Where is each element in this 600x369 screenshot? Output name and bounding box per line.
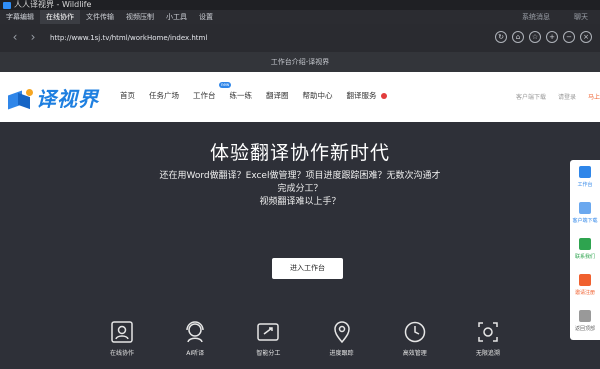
hero-subtitle: 还在用Word做翻译？Excel做管理？项目进度跟踪困难？无数次沟通才 完成分工… <box>0 170 600 209</box>
favorite-icon[interactable]: ☆ <box>529 31 541 43</box>
client-download-link[interactable]: 客户端下载 <box>516 92 546 101</box>
side-item-label: 客户端下载 <box>572 218 598 224</box>
side-item-back-to-top[interactable]: 返回顶部 <box>570 304 600 340</box>
menu-bar: 字幕编辑 在线协作 文件传输 视频压制 小工具 设置 系统消息 聊天 <box>0 10 600 24</box>
side-item-label: 联系我们 <box>574 254 595 260</box>
nav-translation-service[interactable]: 翻译服务 <box>347 90 387 101</box>
nav-help-center[interactable]: 帮助中心 <box>303 90 333 101</box>
side-item-contact[interactable]: 联系我们 <box>570 232 600 268</box>
menu-item-settings[interactable]: 设置 <box>193 10 219 24</box>
window-title: 人人译视界 - Wildlife <box>14 0 92 9</box>
app-window: 人人译视界 - Wildlife 字幕编辑 在线协作 文件传输 视频压制 小工具… <box>0 0 600 369</box>
page-tab-title: 工作台介绍-译视界 <box>0 52 600 72</box>
zoom-in-icon[interactable]: + <box>546 31 558 43</box>
side-item-label: 邀请注册 <box>574 290 595 296</box>
nav-translation-service-label: 翻译服务 <box>346 91 377 100</box>
hero-subtitle-line: 还在用Word做翻译？Excel做管理？项目进度跟踪困难？无数次沟通才 <box>159 171 441 181</box>
hero-subtitle-line: 完成分工？ <box>277 184 323 194</box>
nav-workbench-label: 工作台 <box>193 91 216 100</box>
floating-side-panel: 工作台 客户端下载 联系我们 邀请注册 返回顶部 <box>570 160 600 340</box>
feature-label: AI听译 <box>186 350 205 357</box>
feature-label: 进度跟踪 <box>329 350 354 357</box>
hot-icon <box>380 93 387 99</box>
url-input[interactable] <box>46 31 508 46</box>
ai-listen-icon <box>183 320 207 344</box>
workbench-icon <box>579 166 591 178</box>
title-bar: 人人译视界 - Wildlife <box>0 0 600 10</box>
app-logo-icon <box>3 1 11 9</box>
smart-assign-icon <box>256 320 280 344</box>
close-icon[interactable]: × <box>580 31 592 43</box>
register-link[interactable]: 马上 <box>588 92 600 101</box>
address-bar: ‹ › ↻ ⌂ ☆ + − × <box>0 24 600 52</box>
refresh-icon[interactable]: ↻ <box>495 31 507 43</box>
home-icon[interactable]: ⌂ <box>512 31 524 43</box>
menu-item-online-collab[interactable]: 在线协作 <box>40 10 80 24</box>
feature-item: 高效管理 <box>393 320 437 357</box>
feature-label: 无限追溯 <box>475 350 500 357</box>
feature-item: 在线协作 <box>100 320 144 357</box>
menu-item-file-transfer[interactable]: 文件传输 <box>80 10 120 24</box>
side-item-workbench[interactable]: 工作台 <box>570 160 600 196</box>
nav-translation-circle[interactable]: 翻译圈 <box>266 90 289 101</box>
chat-link[interactable]: 聊天 <box>562 10 600 24</box>
trace-icon <box>476 320 500 344</box>
back-icon[interactable]: ‹ <box>8 30 22 44</box>
menu-item-tools[interactable]: 小工具 <box>160 10 193 24</box>
hero-section: 体验翻译协作新时代 还在用Word做翻译？Excel做管理？项目进度跟踪困难？无… <box>0 122 600 369</box>
collab-icon <box>110 320 134 344</box>
nav-task-square[interactable]: 任务广场 <box>149 90 179 101</box>
hero-subtitle-line: 视频翻译难以上手？ <box>259 197 341 207</box>
login-link[interactable]: 请登录 <box>558 92 576 101</box>
site-logo[interactable]: 译视界 <box>8 83 99 112</box>
feature-item: AI听译 <box>173 320 217 357</box>
logo-text: 译视界 <box>36 87 99 111</box>
side-item-invite[interactable]: 邀请注册 <box>570 268 600 304</box>
feature-item: 智能分工 <box>246 320 290 357</box>
menu-right: 系统消息 聊天 <box>510 10 600 24</box>
nav-practice[interactable]: 练一练 <box>230 90 253 101</box>
side-item-label: 工作台 <box>577 182 593 188</box>
download-icon <box>579 202 591 214</box>
hero-title: 体验翻译协作新时代 <box>209 142 390 164</box>
clock-icon <box>403 320 427 344</box>
feature-label: 智能分工 <box>256 350 281 357</box>
back-to-top-icon <box>579 310 591 322</box>
location-icon <box>330 320 354 344</box>
enter-workbench-button[interactable]: 进入工作台 <box>272 258 343 279</box>
system-messages-link[interactable]: 系统消息 <box>510 10 562 24</box>
browser-tools: ↻ ⌂ ☆ + − × <box>495 31 592 43</box>
site-nav: 首页 任务广场 工作台 new 练一练 翻译圈 帮助中心 翻译服务 <box>120 82 401 101</box>
side-item-download[interactable]: 客户端下载 <box>570 196 600 232</box>
logo-icon <box>8 88 33 110</box>
phone-icon <box>579 238 591 250</box>
feature-list: 在线协作 AI听译 智能分工 进度跟踪 高效管理 无限追溯 <box>100 320 510 357</box>
feature-item: 无限追溯 <box>466 320 510 357</box>
new-badge: new <box>219 82 232 88</box>
nav-home[interactable]: 首页 <box>120 90 135 101</box>
feature-label: 高效管理 <box>402 350 427 357</box>
header-links: 客户端下载 请登录 马上 <box>504 92 600 101</box>
menu-item-video-encode[interactable]: 视频压制 <box>120 10 160 24</box>
feature-item: 进度跟踪 <box>320 320 364 357</box>
side-item-label: 返回顶部 <box>574 326 595 332</box>
zoom-out-icon[interactable]: − <box>563 31 575 43</box>
forward-icon[interactable]: › <box>26 30 40 44</box>
site-header: 译视界 首页 任务广场 工作台 new 练一练 翻译圈 帮助中心 翻译服务 客户… <box>0 72 600 122</box>
invite-icon <box>579 274 591 286</box>
nav-workbench[interactable]: 工作台 new <box>193 82 232 101</box>
menu-item-subtitle-edit[interactable]: 字幕编辑 <box>0 10 40 24</box>
feature-label: 在线协作 <box>109 350 134 357</box>
